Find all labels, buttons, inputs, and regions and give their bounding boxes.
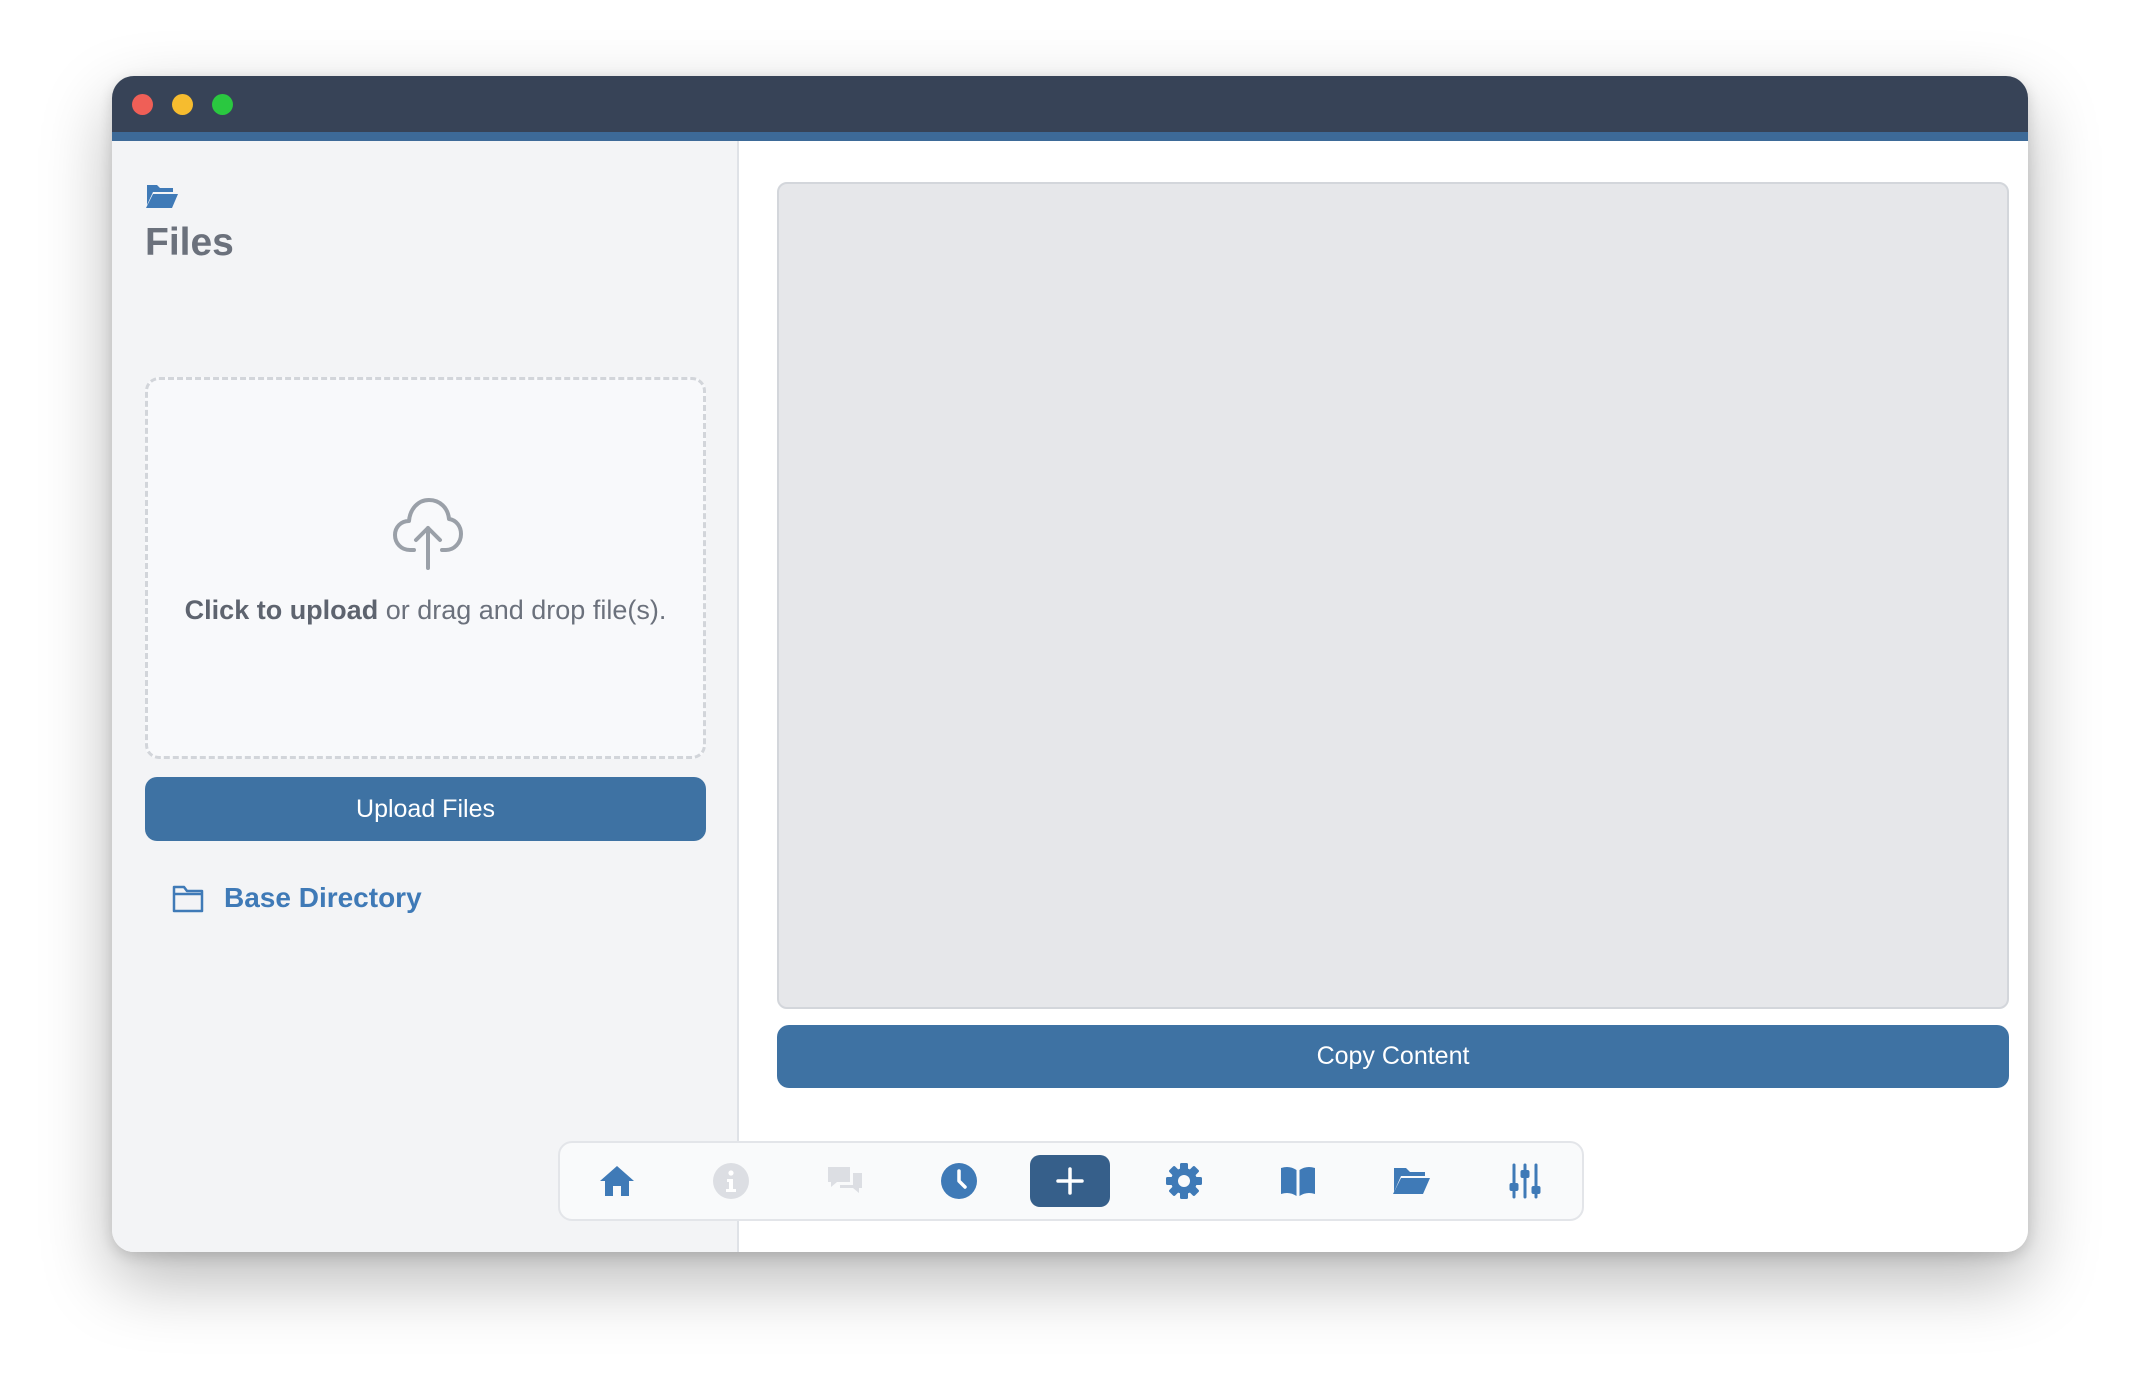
app-window: Files Click to upload or drag and drop f… xyxy=(112,76,2028,1252)
folder-icon xyxy=(172,885,204,913)
gear-icon xyxy=(1166,1163,1202,1199)
nav-preferences[interactable] xyxy=(1485,1155,1565,1207)
book-icon xyxy=(1281,1166,1315,1196)
main-panel: Copy Content xyxy=(741,141,2028,1252)
copy-content-button[interactable]: Copy Content xyxy=(777,1025,2009,1088)
directory-item-base[interactable]: Base Directory xyxy=(172,878,422,918)
title-bar-accent xyxy=(112,132,2028,141)
dropzone-rest-text: or drag and drop file(s). xyxy=(378,595,667,625)
folder-open-icon xyxy=(1393,1168,1430,1194)
nav-chat[interactable] xyxy=(805,1155,885,1207)
title-bar xyxy=(112,76,2028,132)
plus-icon xyxy=(1056,1167,1084,1195)
info-icon xyxy=(713,1163,749,1199)
window-maximize-button[interactable] xyxy=(212,94,233,115)
nav-docs[interactable] xyxy=(1258,1155,1338,1207)
home-icon xyxy=(600,1166,634,1196)
clock-icon xyxy=(941,1163,977,1199)
upload-files-button[interactable]: Upload Files xyxy=(145,777,706,841)
nav-home[interactable] xyxy=(577,1155,657,1207)
nav-new[interactable] xyxy=(1030,1155,1110,1207)
nav-info[interactable] xyxy=(691,1155,771,1207)
content-viewer[interactable] xyxy=(777,182,2009,1009)
sliders-icon xyxy=(1509,1163,1541,1199)
dropzone-text: Click to upload or drag and drop file(s)… xyxy=(148,595,703,626)
nav-files[interactable] xyxy=(1371,1155,1451,1207)
directory-label: Base Directory xyxy=(224,882,422,913)
window-close-button[interactable] xyxy=(132,94,153,115)
bottom-nav xyxy=(558,1141,1584,1221)
file-dropzone[interactable]: Click to upload or drag and drop file(s)… xyxy=(145,377,706,759)
nav-history[interactable] xyxy=(919,1155,999,1207)
folder-open-icon xyxy=(146,185,178,208)
files-sidebar: Files Click to upload or drag and drop f… xyxy=(112,141,739,1252)
window-minimize-button[interactable] xyxy=(172,94,193,115)
cloud-upload-icon xyxy=(393,498,463,570)
nav-settings[interactable] xyxy=(1144,1155,1224,1207)
sidebar-title: Files xyxy=(145,221,234,264)
dropzone-strong-text[interactable]: Click to upload xyxy=(185,595,379,625)
chat-icon xyxy=(828,1167,862,1193)
